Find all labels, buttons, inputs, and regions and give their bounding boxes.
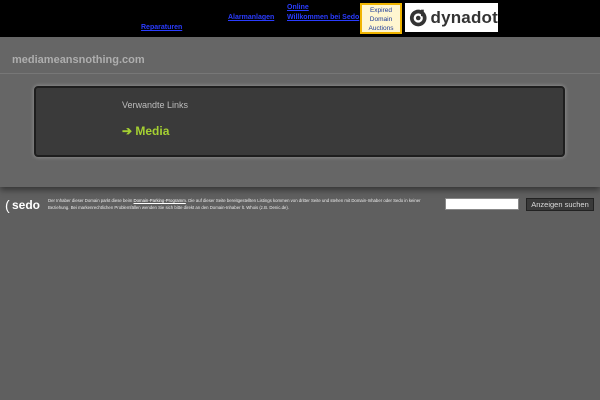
top-link-alarmanlagen[interactable]: Alarmanlagen	[228, 14, 274, 22]
related-links-panel: Verwandte Links ➔ Media	[34, 86, 565, 157]
top-ad-bar: Reparaturen Alarmanlagen Online Willkomm…	[0, 0, 600, 37]
dynadot-ad[interactable]: dynadot	[405, 3, 498, 32]
sedo-logo[interactable]: ( sedo	[5, 197, 41, 217]
dynadot-logo-icon	[409, 9, 427, 26]
expired-line-1: Expired	[369, 7, 393, 14]
footer-text-1: Der Inhaber dieser Domain parkt diese be…	[48, 198, 134, 203]
sedo-logo-text: sedo	[12, 198, 41, 212]
expired-line-3: Auctions	[368, 25, 394, 32]
dynadot-logo-text: dynadot	[430, 7, 498, 27]
expired-line-2: Domain	[369, 16, 393, 23]
site-title: mediameansnothing.com	[12, 54, 145, 66]
footer-disclaimer: Der Inhaber dieser Domain parkt diese be…	[48, 197, 434, 211]
header-divider	[0, 73, 600, 74]
domain-parking-link[interactable]: Domain-Parking-Programm	[134, 198, 186, 203]
top-link-reparaturen[interactable]: Reparaturen	[141, 24, 182, 32]
related-links-title: Verwandte Links	[122, 100, 189, 110]
ad-search-button[interactable]: Anzeigen suchen	[526, 198, 594, 211]
related-link-media[interactable]: ➔ Media	[122, 124, 169, 138]
top-link-willkommen[interactable]: Willkommen bei Sedo	[287, 14, 359, 22]
header: mediameansnothing.com Verwandte Links ➔ …	[0, 37, 600, 187]
top-link-online[interactable]: Online	[287, 4, 309, 12]
sedo-logo-icon: (	[5, 197, 10, 213]
expired-domain-auctions-ad[interactable]: Expired Domain Auctions	[360, 3, 402, 34]
ad-search-input[interactable]	[445, 198, 519, 210]
